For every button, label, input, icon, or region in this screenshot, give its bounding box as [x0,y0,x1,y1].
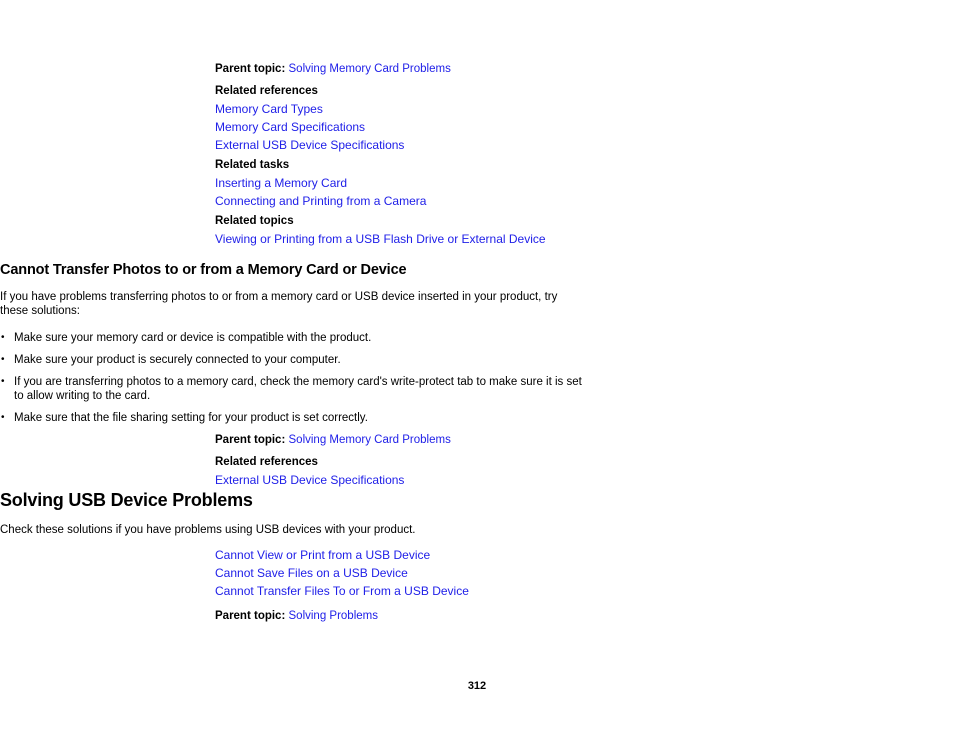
related-topics-group-top: Related topics Viewing or Printing from … [215,213,954,248]
section-heading-cannot-transfer: Cannot Transfer Photos to or from a Memo… [0,262,407,278]
parent-topic-label: Parent topic: [215,434,286,446]
related-references-group-cannot-transfer: Related references External USB Device S… [215,454,954,489]
list-item: Make sure that the file sharing setting … [0,411,586,425]
related-reference-link[interactable]: Memory Card Specifications [215,118,954,136]
usb-subtopic-link[interactable]: Cannot Save Files on a USB Device [215,564,954,582]
parent-topic-link[interactable]: Solving Memory Card Problems [289,63,451,75]
parent-topic-label: Parent topic: [215,610,286,622]
parent-topic-link[interactable]: Solving Memory Card Problems [289,434,451,446]
related-reference-link[interactable]: External USB Device Specifications [215,136,954,154]
list-item: Make sure your product is securely conne… [0,353,586,367]
usb-subtopic-links: Cannot View or Print from a USB Device C… [215,546,954,600]
list-item: If you are transferring photos to a memo… [0,375,586,403]
parent-topic-label: Parent topic: [215,63,286,75]
related-task-link[interactable]: Inserting a Memory Card [215,174,954,192]
section-intro-paragraph: If you have problems transferring photos… [0,291,558,317]
related-topics-heading: Related topics [215,215,294,227]
solutions-list: Make sure your memory card or device is … [0,331,954,425]
related-references-heading: Related references [215,456,318,468]
parent-topic-line-top: Parent topic: Solving Memory Card Proble… [215,62,954,76]
related-references-group-top: Related references Memory Card Types Mem… [215,83,954,154]
top-related-block: Parent topic: Solving Memory Card Proble… [0,62,954,251]
list-item: Make sure your memory card or device is … [0,331,586,345]
usb-subtopic-link[interactable]: Cannot Transfer Files To or From a USB D… [215,582,954,600]
related-tasks-heading: Related tasks [215,159,290,171]
section-heading-solving-usb: Solving USB Device Problems [0,490,253,510]
document-page: Parent topic: Solving Memory Card Proble… [0,0,954,738]
related-reference-link[interactable]: External USB Device Specifications [215,471,954,489]
related-task-link[interactable]: Connecting and Printing from a Camera [215,192,954,210]
related-topic-link[interactable]: Viewing or Printing from a USB Flash Dri… [215,230,954,248]
usb-subtopic-link[interactable]: Cannot View or Print from a USB Device [215,546,954,564]
solving-usb-section: Solving USB Device Problems Check these … [0,489,954,630]
parent-topic-link[interactable]: Solving Problems [289,610,378,622]
related-tasks-group-top: Related tasks Inserting a Memory Card Co… [215,157,954,210]
parent-topic-line-usb: Parent topic: Solving Problems [215,609,954,623]
cannot-transfer-section: Cannot Transfer Photos to or from a Memo… [0,261,954,492]
page-number-footer: 312 [467,680,487,692]
usb-intro-paragraph: Check these solutions if you have proble… [0,524,416,536]
parent-topic-line-cannot-transfer: Parent topic: Solving Memory Card Proble… [215,433,954,447]
related-reference-link[interactable]: Memory Card Types [215,100,954,118]
related-references-heading: Related references [215,85,318,97]
